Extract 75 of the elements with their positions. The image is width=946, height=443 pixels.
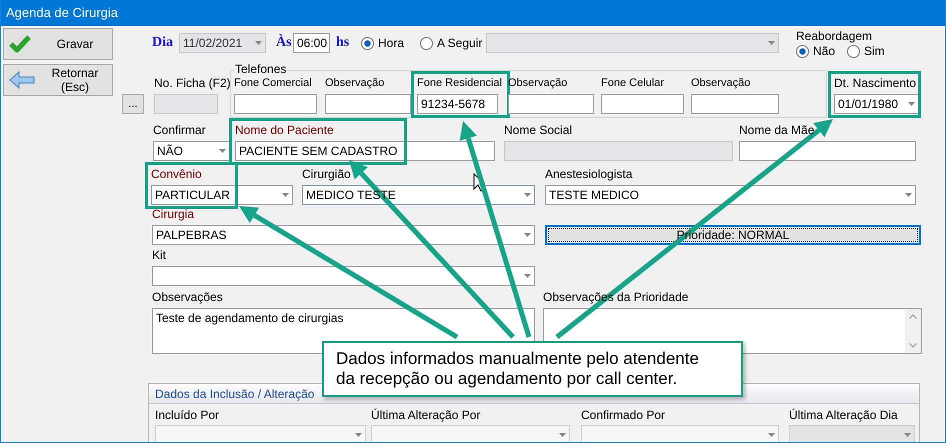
group-title: Dados da Inclusão / Alteração — [155, 386, 314, 400]
field-label: Nome do Paciente — [235, 123, 335, 137]
field-label: Observações — [152, 290, 224, 304]
field-label: Nome Social — [504, 123, 574, 137]
field-label: Última Alteração Dia — [789, 408, 899, 422]
field-label: hs — [336, 34, 350, 52]
dropdown[interactable]: 01/01/1980 — [834, 94, 919, 114]
text-field[interactable] — [325, 94, 411, 114]
radio-button[interactable]: Hora — [361, 33, 415, 53]
text-field[interactable] — [739, 141, 916, 161]
text-field[interactable] — [601, 94, 684, 114]
caret-icon[interactable] — [905, 193, 912, 197]
radio-button[interactable]: Não — [796, 43, 836, 59]
group-title: Telefones — [234, 62, 288, 76]
ellipsis-button[interactable]: ... — [122, 94, 144, 114]
field-label: Kit — [152, 248, 168, 262]
back-button[interactable]: Retornar (Esc) — [3, 64, 113, 96]
caret-icon[interactable] — [355, 433, 362, 437]
radio-icon[interactable] — [420, 36, 433, 50]
field-label: Às — [276, 33, 293, 52]
field-label: Incluído Por — [155, 408, 220, 422]
text-field[interactable] — [691, 94, 779, 114]
text-field[interactable] — [234, 94, 317, 114]
caret-icon[interactable] — [255, 41, 262, 45]
field-label: Convênio — [151, 167, 203, 181]
chevron-up-icon[interactable] — [909, 314, 917, 319]
dropdown[interactable]: PARTICULAR — [151, 185, 293, 205]
field-label: Fone Comercial — [234, 76, 313, 90]
dropdown[interactable]: PALPEBRAS — [152, 225, 535, 245]
chevron-down-icon[interactable] — [909, 343, 917, 348]
caret-icon[interactable] — [559, 433, 566, 437]
field-label: Fone Residencial — [417, 76, 503, 90]
dropdown[interactable] — [581, 425, 779, 442]
field-label: Cirurgia — [152, 207, 196, 221]
text-field[interactable] — [508, 94, 594, 114]
time-field[interactable]: 06:00 — [293, 33, 330, 53]
dropdown[interactable] — [152, 266, 535, 286]
field-label: Observação — [325, 76, 386, 90]
caret-icon[interactable] — [282, 193, 289, 197]
dropdown[interactable] — [371, 425, 570, 442]
text-field[interactable]: 91234-5678 — [417, 94, 498, 114]
field-label: Reabordagem — [796, 29, 874, 43]
dropdown[interactable]: TESTE MEDICO — [545, 185, 916, 205]
field-label: Confirmar — [153, 123, 207, 137]
field-label: Observação — [691, 76, 752, 90]
dropdown[interactable]: NÃO — [153, 141, 230, 161]
window-title: Agenda de Cirurgia — [6, 5, 118, 20]
caret-icon[interactable] — [524, 193, 531, 197]
radio-icon[interactable] — [847, 44, 860, 58]
caret-icon[interactable] — [524, 274, 531, 278]
field-label: No. Ficha (F2) — [154, 76, 230, 90]
field-label: Confirmado Por — [581, 408, 666, 422]
field-label: Anestesiologista — [545, 167, 634, 181]
field-label: Cirurgião — [302, 167, 352, 181]
caret-icon[interactable] — [768, 433, 775, 437]
text-field[interactable]: PACIENTE SEM CADASTRO — [235, 141, 495, 161]
radio-icon[interactable] — [796, 44, 809, 58]
radio-button[interactable]: A Seguir — [420, 33, 486, 53]
caret-icon[interactable] — [908, 102, 915, 106]
field-label: Dt. Nascimento — [834, 76, 918, 90]
date-picker[interactable]: 11/02/2021 — [179, 33, 266, 53]
cursor-icon — [473, 173, 485, 192]
radio-icon[interactable] — [361, 36, 374, 50]
field-label: Fone Celular — [601, 76, 665, 90]
caret-icon[interactable] — [524, 233, 531, 237]
radio-button[interactable]: Sim — [847, 43, 885, 59]
callout-tooltip: Dados informados manualmente pelo atendente da recepção ou agendamento por call center. — [322, 341, 743, 397]
save-button[interactable]: Gravar — [3, 28, 113, 60]
field-label: Última Alteração Por — [371, 408, 482, 422]
dropdown[interactable] — [155, 425, 366, 442]
field-label: Dia — [152, 34, 174, 52]
scrollbar[interactable] — [905, 309, 921, 353]
field-label: Nome da Mãe — [739, 123, 816, 137]
caret-icon[interactable] — [219, 149, 226, 153]
left-arrow-icon — [8, 69, 36, 91]
